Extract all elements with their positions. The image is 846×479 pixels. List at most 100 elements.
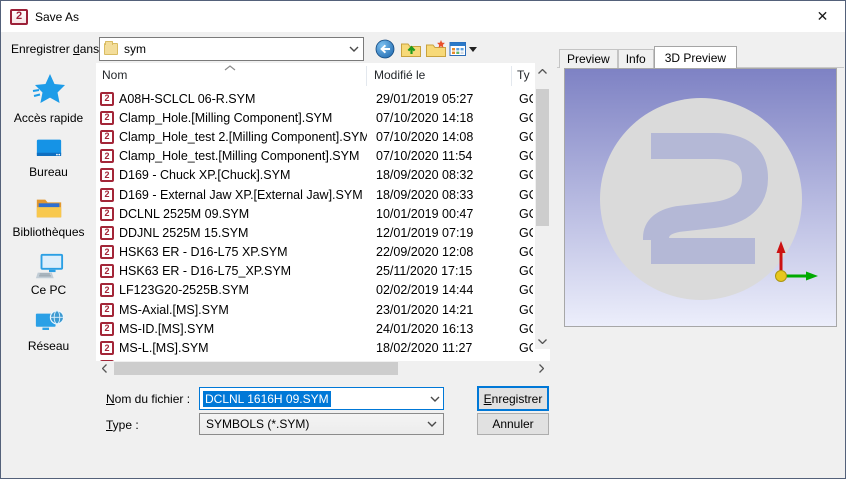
sidebar-item-this-pc[interactable]: Ce PC [1,251,96,297]
file-row[interactable]: 2 MS-ID.[MS].SYM 24/01/2020 16:13 GO [96,319,535,338]
file-name: Clamp_Hole_test 2.[Milling Component].SY… [119,130,367,144]
file-modified: 18/02/2020 11:27 [376,341,472,355]
sidebar-item-quick-access[interactable]: Accès rapide [1,71,96,125]
column-header-type[interactable]: Ty [517,68,530,82]
file-name: DDJNL 2525M 15.SYM [119,226,248,240]
scroll-up-button[interactable] [535,63,550,79]
file-name: LF123G20-2525B.SYM [119,283,249,297]
this-pc-icon [34,251,64,281]
views-menu-button[interactable] [449,39,477,59]
file-modified: 22/09/2020 12:08 [376,245,473,259]
file-row[interactable]: 2 D169 - External Jaw XP.[External Jaw].… [96,185,535,204]
sidebar-item-desktop[interactable]: Bureau [1,135,96,179]
sidebar-label: Ce PC [31,283,66,297]
file-name: Clamp_Hole.[Milling Component].SYM [119,111,332,125]
tab-3d-preview[interactable]: 3D Preview [654,46,737,68]
new-folder-button[interactable] [425,39,447,59]
file-row[interactable]: 2 Clamp_Hole_test 2.[Milling Component].… [96,127,535,146]
file-row[interactable]: 2 DCLNL 2525M 09.SYM 10/01/2019 00:47 GO [96,204,535,223]
go2cam-app-icon: 2 [10,9,28,25]
close-button[interactable]: ✕ [800,1,845,31]
file-type: GO [519,188,533,202]
sym-file-icon: 2 [100,111,114,125]
file-type: GO [519,245,533,259]
window-title: Save As [35,10,79,24]
sidebar-item-network[interactable]: Réseau [1,307,96,353]
column-divider[interactable] [511,66,512,86]
file-modified: 02/02/2019 14:44 [376,283,473,297]
column-header-modified[interactable]: Modifié le [374,68,425,82]
file-name: A08H-SCLCL 06-R.SYM [119,92,255,106]
save-as-dialog: 2 Save As ✕ Enregistrer dans : sym [0,0,846,479]
sym-file-icon: 2 [100,322,114,336]
sidebar-label: Bibliothèques [12,225,84,239]
file-type-value: SYMBOLS (*.SYM) [206,417,309,431]
file-row[interactable]: 2 MS-Axial.[MS].SYM 23/01/2020 14:21 GO [96,300,535,319]
file-modified: 23/01/2020 14:21 [376,303,473,317]
sym-file-icon: 2 [100,245,114,259]
file-name: D169 - External Jaw XP.[External Jaw].SY… [119,188,363,202]
file-type: GO [519,303,533,317]
file-name: D169 - Chuck XP.[Chuck].SYM [119,168,290,182]
sym-file-icon: 2 [100,92,114,106]
back-button[interactable] [375,39,395,59]
desktop-icon [34,135,64,163]
filename-combobox[interactable]: DCLNL 1616H 09.SYM [199,387,444,410]
sym-file-icon: 2 [100,207,114,221]
chevron-down-icon [427,421,437,427]
file-modified: 07/10/2020 14:08 [376,130,473,144]
file-row[interactable]: 2 HSK63 ER - D16-L75 XP.SYM 22/09/2020 1… [96,243,535,262]
file-type: GO [519,111,533,125]
scroll-left-icon [102,364,107,373]
chevron-down-icon [430,396,440,402]
save-in-value: sym [124,42,146,56]
file-modified: 18/09/2020 08:33 [376,188,473,202]
3d-preview-viewport[interactable] [564,68,837,327]
scroll-down-icon [538,339,547,344]
file-modified: 25/11/2020 17:15 [376,264,472,278]
file-modified: 10/01/2019 00:47 [376,207,473,221]
file-row[interactable]: 2 Clamp_Hole_test.[Milling Component].SY… [96,147,535,166]
file-type: GO [519,130,533,144]
sidebar-label: Bureau [29,165,68,179]
file-row[interactable]: 2 D169 - Chuck XP.[Chuck].SYM 18/09/2020… [96,166,535,185]
sym-file-icon: 2 [100,303,114,317]
sort-ascending-icon [224,65,236,71]
file-row[interactable]: 2 A08H-SCLCL 06-R.SYM 29/01/2019 05:27 G… [96,89,535,108]
file-type-dropdown[interactable]: SYMBOLS (*.SYM) [199,413,444,435]
file-row[interactable]: 2 Clamp_Hole.[Milling Component].SYM 07/… [96,108,535,127]
file-row[interactable]: 2 LF123G20-2525B.SYM 02/02/2019 14:44 GO [96,281,535,300]
save-in-label: Enregistrer dans : [11,42,106,56]
scroll-left-button[interactable] [96,361,113,376]
tab-preview[interactable]: Preview [559,49,618,68]
file-row[interactable]: 2 DDJNL 2525M 15.SYM 12/01/2019 07:19 GO [96,223,535,242]
filename-value: DCLNL 1616H 09.SYM [203,391,331,407]
column-header-name[interactable]: Nom [102,68,127,82]
file-type: GO [519,226,533,240]
vertical-scrollbar[interactable] [535,63,550,349]
sym-file-icon: 2 [100,130,114,144]
title-bar: 2 Save As ✕ [1,1,845,32]
file-name: MS-L.[MS].SYM [119,341,209,355]
scroll-down-button[interactable] [535,333,550,349]
cancel-button[interactable]: Annuler [477,413,549,435]
scroll-right-button[interactable] [533,361,550,376]
sym-file-icon: 2 [100,168,114,182]
file-type: GO [519,207,533,221]
save-in-combobox[interactable]: sym [99,37,364,61]
horizontal-scrollbar-thumb[interactable] [114,362,398,375]
file-type: GO [519,341,533,355]
tab-info[interactable]: Info [618,49,654,68]
file-modified: 29/01/2019 05:27 [376,92,473,106]
save-button[interactable]: Enregistrer [477,386,549,411]
horizontal-scrollbar[interactable] [96,361,550,376]
3d-preview-render [565,69,836,326]
file-row[interactable]: 2 HSK63 ER - D16-L75_XP.SYM 25/11/2020 1… [96,262,535,281]
up-one-level-button[interactable] [400,39,422,59]
file-name: DCLNL 2525M 09.SYM [119,207,249,221]
file-row[interactable]: 2 MS-L.[MS].SYM 18/02/2020 11:27 GO [96,338,535,357]
vertical-scrollbar-thumb[interactable] [536,89,549,226]
file-type: GO [519,149,533,163]
sidebar-item-libraries[interactable]: Bibliothèques [1,193,96,239]
column-divider[interactable] [366,66,367,86]
